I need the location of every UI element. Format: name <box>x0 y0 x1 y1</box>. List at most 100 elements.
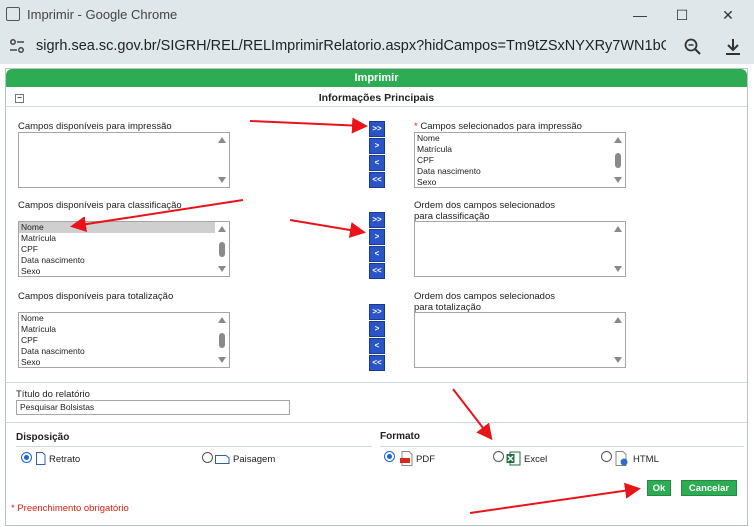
scrollbar[interactable] <box>215 222 229 276</box>
site-settings-icon[interactable] <box>9 38 25 54</box>
scrollbar[interactable] <box>215 313 229 367</box>
section-title: Informações Principais <box>318 92 435 104</box>
list-item[interactable]: Matrícula <box>415 144 625 155</box>
total-order-label: Ordem dos campos selecionados para total… <box>414 291 555 313</box>
print-available-label: Campos disponíveis para impressão <box>18 121 172 132</box>
download-icon[interactable] <box>722 36 744 58</box>
portrait-radio[interactable] <box>21 452 32 463</box>
move-left-button[interactable]: < <box>369 338 385 354</box>
section-header: − Informações Principais <box>6 89 747 107</box>
total-available-label: Campos disponíveis para totalização <box>18 291 174 302</box>
list-item[interactable]: Nome <box>19 222 229 233</box>
total-order-list[interactable] <box>414 312 626 368</box>
url-text[interactable]: sigrh.sea.sc.gov.br/SIGRH/REL/RELImprimi… <box>36 38 666 54</box>
pdf-label[interactable]: PDF <box>416 454 435 465</box>
scrollbar[interactable] <box>611 313 625 367</box>
minimize-icon[interactable]: — <box>628 4 652 26</box>
sort-order-list[interactable] <box>414 221 626 277</box>
scroll-up-icon[interactable] <box>218 226 226 232</box>
sort-available-label: Campos disponíveis para classificação <box>18 200 182 211</box>
scroll-down-icon[interactable] <box>614 177 622 183</box>
ok-button[interactable]: Ok <box>647 480 671 496</box>
collapse-icon[interactable]: − <box>15 94 24 103</box>
list-item[interactable]: Sexo <box>19 357 229 367</box>
move-all-left-button[interactable]: << <box>369 263 385 279</box>
format-label: Formato <box>380 431 420 442</box>
title-bar: Imprimir - Google Chrome — ☐ ✕ <box>0 0 754 30</box>
list-item[interactable]: CPF <box>19 335 229 346</box>
scroll-thumb[interactable] <box>219 333 225 348</box>
divider <box>16 446 372 447</box>
excel-label[interactable]: Excel <box>524 454 547 465</box>
cancel-button[interactable]: Cancelar <box>681 480 737 496</box>
address-bar: sigrh.sea.sc.gov.br/SIGRH/REL/RELImprimi… <box>0 30 754 64</box>
report-title-label: Título do relatório <box>16 389 90 400</box>
total-available-list[interactable]: Nome Matrícula CPF Data nascimento Sexo <box>18 312 230 368</box>
print-available-list[interactable] <box>18 132 230 188</box>
move-all-left-button[interactable]: << <box>369 355 385 371</box>
report-title-input[interactable]: Pesquisar Bolsistas <box>16 400 290 415</box>
zoom-icon[interactable] <box>682 36 704 58</box>
scroll-down-icon[interactable] <box>218 357 226 363</box>
move-right-button[interactable]: > <box>369 321 385 337</box>
excel-radio[interactable] <box>493 451 504 462</box>
scroll-down-icon[interactable] <box>614 266 622 272</box>
list-item[interactable]: Data nascimento <box>19 255 229 266</box>
scrollbar[interactable] <box>611 133 625 187</box>
pdf-icon <box>400 451 413 466</box>
close-icon[interactable]: ✕ <box>716 4 740 26</box>
scroll-down-icon[interactable] <box>614 357 622 363</box>
required-note: * Preenchimento obrigatório <box>11 503 129 514</box>
divider <box>380 446 744 447</box>
scroll-up-icon[interactable] <box>218 317 226 323</box>
window-title: Imprimir - Google Chrome <box>27 7 178 22</box>
maximize-icon[interactable]: ☐ <box>670 4 694 26</box>
list-item[interactable]: Nome <box>415 133 625 144</box>
scroll-up-icon[interactable] <box>614 137 622 143</box>
list-item[interactable]: Sexo <box>19 266 229 276</box>
html-radio[interactable] <box>601 451 612 462</box>
move-all-left-button[interactable]: << <box>369 172 385 188</box>
move-all-right-button[interactable]: >> <box>369 304 385 320</box>
scroll-up-icon[interactable] <box>614 226 622 232</box>
scrollbar[interactable] <box>215 133 229 187</box>
list-item[interactable]: CPF <box>415 155 625 166</box>
scroll-up-icon[interactable] <box>218 137 226 143</box>
page-content: Imprimir − Informações Principais Campos… <box>0 64 754 527</box>
list-item[interactable]: Sexo <box>415 177 625 187</box>
landscape-label[interactable]: Paisagem <box>233 454 275 465</box>
list-item[interactable]: Matrícula <box>19 233 229 244</box>
list-item[interactable]: Matrícula <box>19 324 229 335</box>
html-label[interactable]: HTML <box>633 454 659 465</box>
landscape-radio[interactable] <box>202 452 213 463</box>
divider <box>6 422 747 423</box>
scroll-up-icon[interactable] <box>614 317 622 323</box>
scroll-thumb[interactable] <box>615 153 621 168</box>
scroll-down-icon[interactable] <box>218 266 226 272</box>
scrollbar[interactable] <box>611 222 625 276</box>
move-all-right-button[interactable]: >> <box>369 212 385 228</box>
scroll-thumb[interactable] <box>219 242 225 257</box>
move-all-right-button[interactable]: >> <box>369 121 385 137</box>
window-icon <box>6 7 20 21</box>
form-header: Imprimir <box>6 69 747 87</box>
scroll-down-icon[interactable] <box>218 177 226 183</box>
html-icon <box>615 451 628 466</box>
sort-order-label: Ordem dos campos selecionados para class… <box>414 200 555 222</box>
sort-available-list[interactable]: Nome Matrícula CPF Data nascimento Sexo <box>18 221 230 277</box>
total-move-buttons: >> > < << <box>369 304 385 372</box>
sort-move-buttons: >> > < << <box>369 212 385 280</box>
move-right-button[interactable]: > <box>369 229 385 245</box>
print-selected-list[interactable]: Nome Matrícula CPF Data nascimento Sexo <box>414 132 626 188</box>
browser-window: Imprimir - Google Chrome — ☐ ✕ sigrh.sea… <box>0 0 754 527</box>
move-right-button[interactable]: > <box>369 138 385 154</box>
pdf-radio[interactable] <box>384 451 395 462</box>
landscape-page-icon <box>215 455 230 464</box>
portrait-label[interactable]: Retrato <box>49 454 80 465</box>
list-item[interactable]: Nome <box>19 313 229 324</box>
list-item[interactable]: CPF <box>19 244 229 255</box>
list-item[interactable]: Data nascimento <box>19 346 229 357</box>
move-left-button[interactable]: < <box>369 246 385 262</box>
list-item[interactable]: Data nascimento <box>415 166 625 177</box>
move-left-button[interactable]: < <box>369 155 385 171</box>
